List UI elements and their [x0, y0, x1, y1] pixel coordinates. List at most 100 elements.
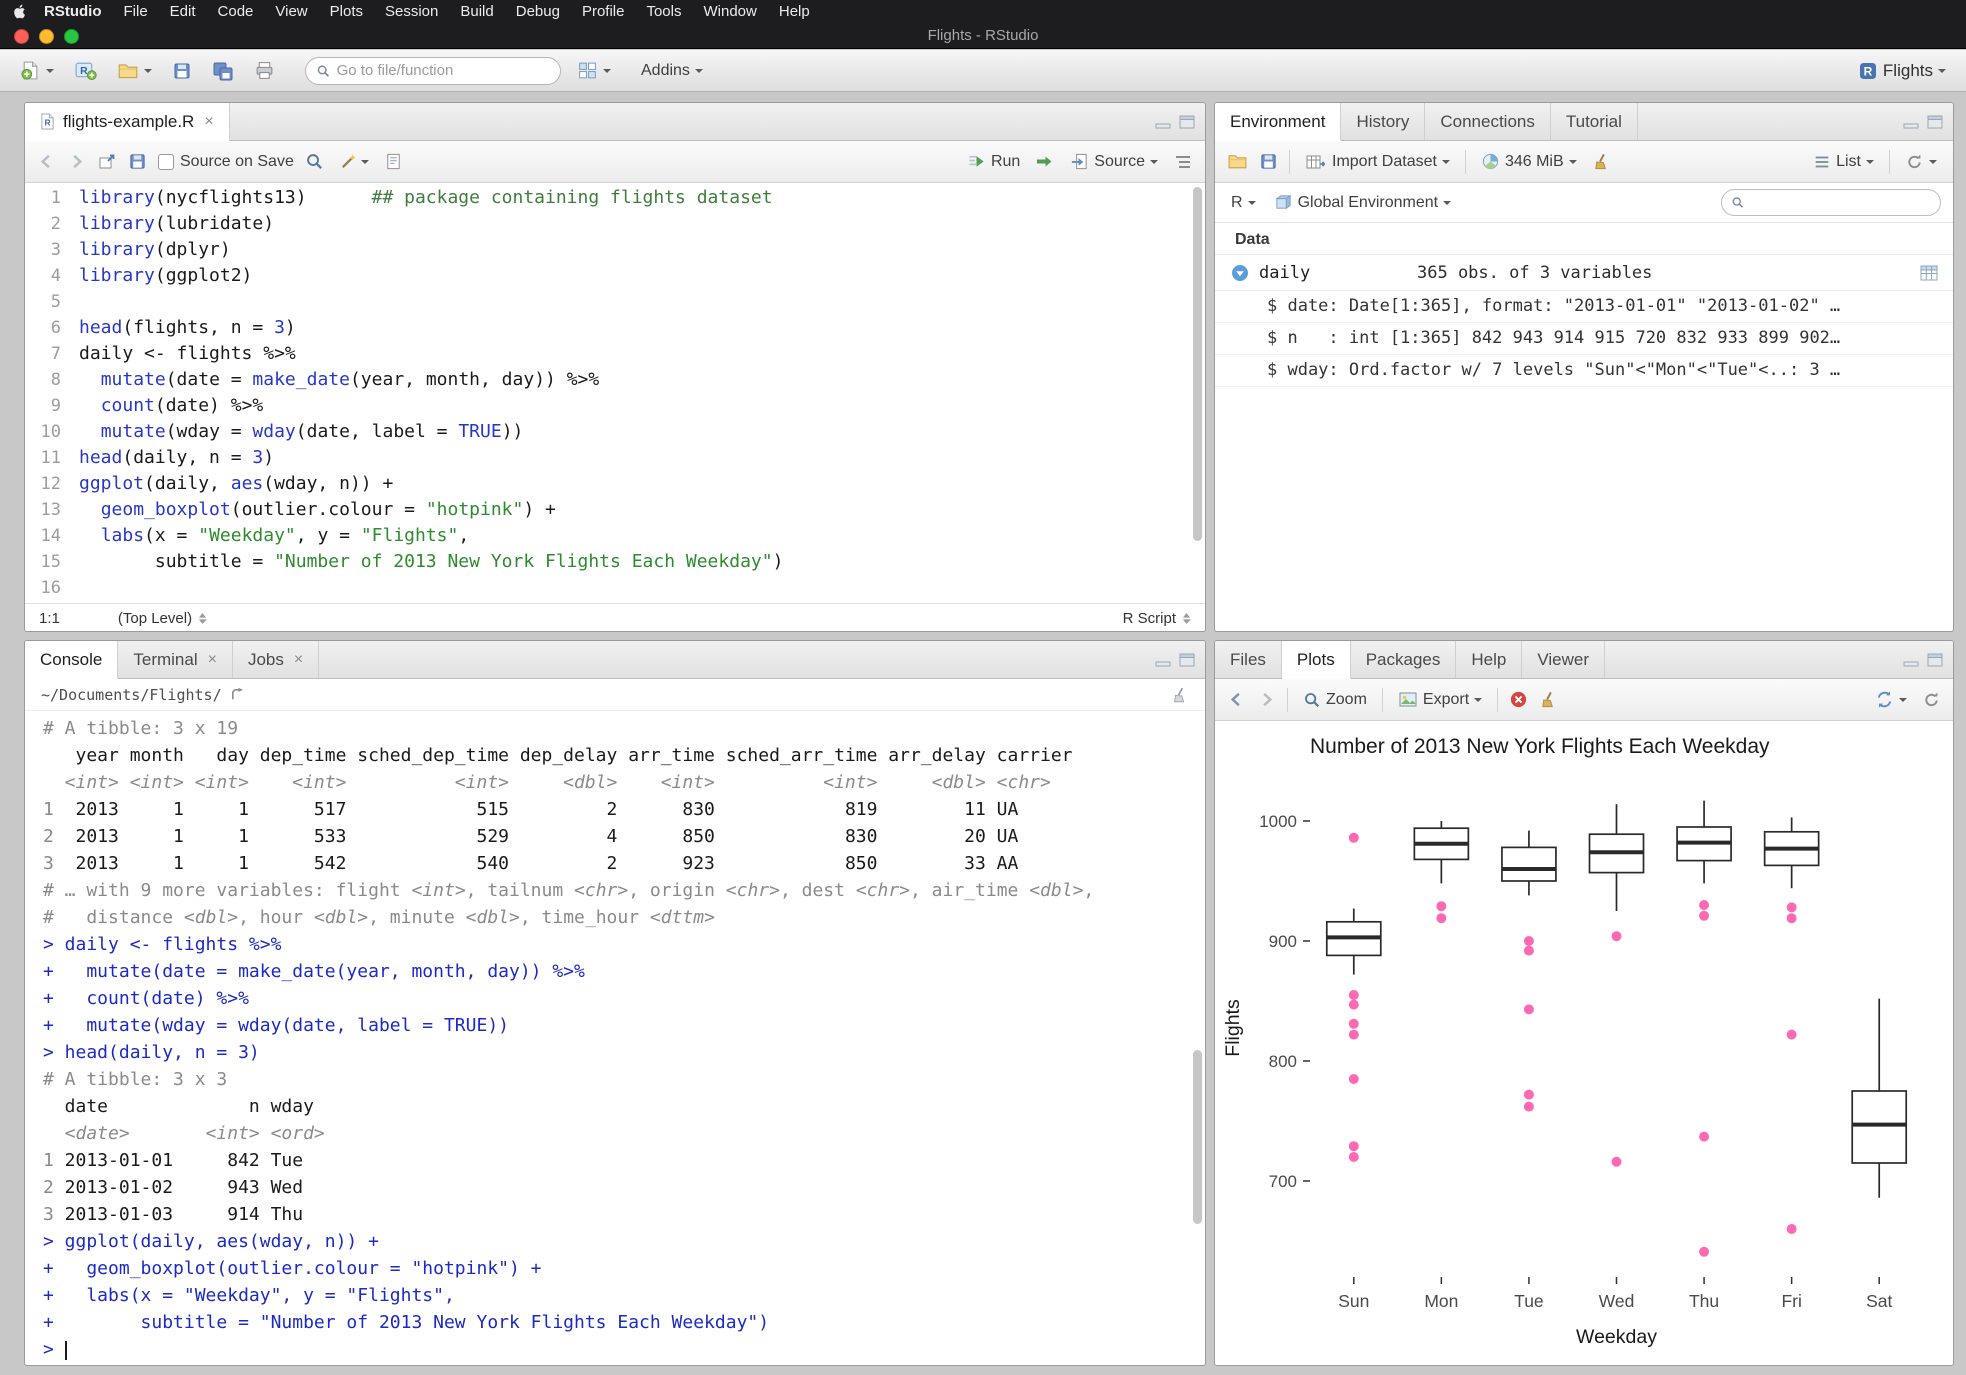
- code-tools-button[interactable]: [335, 149, 373, 174]
- file-type-selector[interactable]: R Script: [1123, 610, 1191, 627]
- clear-console-icon[interactable]: [1171, 686, 1189, 704]
- menu-plots[interactable]: Plots: [319, 3, 374, 20]
- close-tab-icon[interactable]: ×: [202, 113, 213, 131]
- forward-icon[interactable]: [67, 152, 86, 171]
- pane-layout-button[interactable]: [573, 57, 615, 84]
- chevron-down-icon: [1568, 160, 1577, 168]
- publish-button[interactable]: [1871, 687, 1911, 712]
- zoom-button[interactable]: Zoom: [1299, 688, 1371, 712]
- rerun-icon[interactable]: [1035, 152, 1055, 172]
- compile-report-icon[interactable]: [384, 152, 403, 171]
- open-file-button[interactable]: [113, 57, 156, 85]
- language-selector[interactable]: R: [1227, 191, 1260, 215]
- find-replace-icon[interactable]: [305, 152, 324, 171]
- scope-selector[interactable]: (Top Level): [118, 610, 208, 627]
- save-all-button[interactable]: [208, 58, 238, 84]
- open-in-new-window-icon[interactable]: [97, 152, 117, 172]
- tab-files[interactable]: Files: [1215, 641, 1282, 678]
- menu-tools[interactable]: Tools: [635, 3, 692, 20]
- print-button[interactable]: [250, 57, 279, 84]
- env-object-daily[interactable]: daily 365 obs. of 3 variables: [1215, 255, 1953, 291]
- menu-rstudio[interactable]: RStudio: [33, 3, 113, 20]
- tab-tutorial[interactable]: Tutorial: [1551, 103, 1638, 140]
- clear-all-plots-icon[interactable]: [1539, 690, 1558, 709]
- expand-object-icon[interactable]: [1231, 264, 1249, 282]
- menu-file[interactable]: File: [113, 3, 159, 20]
- tab-environment[interactable]: Environment: [1215, 103, 1342, 141]
- new-file-button[interactable]: [16, 57, 58, 84]
- close-tab-icon[interactable]: ×: [292, 651, 303, 669]
- maximize-pane-icon[interactable]: [1927, 115, 1943, 129]
- minimize-pane-icon[interactable]: [1903, 653, 1919, 667]
- tab-console[interactable]: Console: [25, 641, 119, 679]
- environment-search-input[interactable]: [1750, 194, 1931, 211]
- source-button[interactable]: Source: [1066, 149, 1162, 174]
- environment-selector[interactable]: Global Environment: [1270, 190, 1456, 215]
- menu-window[interactable]: Window: [693, 3, 768, 20]
- menu-code[interactable]: Code: [207, 3, 265, 20]
- addins-menu[interactable]: Addins: [637, 59, 707, 83]
- minimize-pane-icon[interactable]: [1155, 115, 1171, 129]
- maximize-pane-icon[interactable]: [1179, 115, 1195, 129]
- close-tab-icon[interactable]: ×: [206, 651, 217, 669]
- editor-scrollbar[interactable]: [1191, 187, 1203, 599]
- save-workspace-icon[interactable]: [1259, 152, 1278, 171]
- menu-profile[interactable]: Profile: [571, 3, 636, 20]
- code-line-9: 9 count(date) %>%: [50, 395, 264, 416]
- menu-session[interactable]: Session: [374, 3, 449, 20]
- export-button[interactable]: Export: [1394, 688, 1486, 712]
- load-workspace-icon[interactable]: [1227, 151, 1248, 172]
- project-menu[interactable]: R Flights: [1854, 58, 1950, 84]
- menu-debug[interactable]: Debug: [505, 3, 571, 20]
- tab-history[interactable]: History: [1341, 103, 1426, 140]
- run-button[interactable]: Run: [963, 149, 1024, 174]
- previous-plot-icon[interactable]: [1227, 690, 1246, 709]
- tab-jobs[interactable]: Jobs ×: [233, 641, 320, 678]
- minimize-pane-icon[interactable]: [1903, 115, 1919, 129]
- menu-edit[interactable]: Edit: [159, 3, 207, 20]
- code-editor[interactable]: 1 library(nycflights13) ## package contai…: [25, 183, 1205, 603]
- menu-view[interactable]: View: [264, 3, 318, 20]
- close-window-button[interactable]: [14, 29, 29, 44]
- maximize-pane-icon[interactable]: [1927, 653, 1943, 667]
- new-project-button[interactable]: R: [70, 57, 101, 84]
- plot-title: Number of 2013 New York Flights Each Wee…: [1310, 735, 1770, 758]
- console-output[interactable]: # A tibble: 3 x 19 year month day dep_ti…: [25, 711, 1205, 1363]
- minimize-pane-icon[interactable]: [1155, 653, 1171, 667]
- import-dataset-button[interactable]: Import Dataset: [1301, 149, 1454, 175]
- save-button[interactable]: [168, 58, 196, 84]
- refresh-environment-button[interactable]: [1901, 149, 1941, 174]
- maximize-pane-icon[interactable]: [1179, 653, 1195, 667]
- clear-environment-icon[interactable]: [1592, 152, 1611, 171]
- back-icon[interactable]: [37, 152, 56, 171]
- source-on-save-checkbox[interactable]: [158, 153, 174, 170]
- apple-menu-icon[interactable]: [14, 4, 27, 19]
- tab-help[interactable]: Help: [1456, 641, 1523, 678]
- outlier-point: [1786, 913, 1797, 924]
- list-view-button[interactable]: List: [1809, 150, 1878, 174]
- menu-build[interactable]: Build: [449, 3, 504, 20]
- refresh-plot-icon[interactable]: [1922, 690, 1941, 709]
- tab-packages[interactable]: Packages: [1351, 641, 1457, 678]
- document-outline-icon[interactable]: [1173, 152, 1193, 172]
- zoom-window-button[interactable]: [64, 29, 79, 44]
- next-plot-icon[interactable]: [1257, 690, 1276, 709]
- memory-usage-button[interactable]: 346 MiB: [1477, 149, 1581, 174]
- tab-plots[interactable]: Plots: [1281, 641, 1351, 679]
- goto-directory-icon[interactable]: [230, 687, 245, 702]
- source-on-save-toggle[interactable]: Source on Save: [158, 153, 294, 171]
- minimize-window-button[interactable]: [39, 29, 54, 44]
- tab-terminal[interactable]: Terminal ×: [118, 641, 233, 678]
- tab-viewer[interactable]: Viewer: [1522, 641, 1605, 678]
- tab-flights-example[interactable]: R flights-example.R ×: [25, 103, 230, 141]
- tab-connections[interactable]: Connections: [1425, 103, 1551, 140]
- menu-help[interactable]: Help: [768, 3, 821, 20]
- console-scrollbar[interactable]: [1191, 715, 1203, 1359]
- goto-input[interactable]: [336, 62, 550, 79]
- save-icon[interactable]: [128, 152, 147, 171]
- view-dataframe-icon[interactable]: [1919, 264, 1939, 282]
- new-project-icon: R: [75, 62, 97, 81]
- console-line-15: date n wday: [43, 1096, 325, 1117]
- plots-tabs: Files Plots Packages Help Viewer: [1215, 641, 1605, 679]
- remove-plot-icon[interactable]: [1509, 690, 1528, 709]
